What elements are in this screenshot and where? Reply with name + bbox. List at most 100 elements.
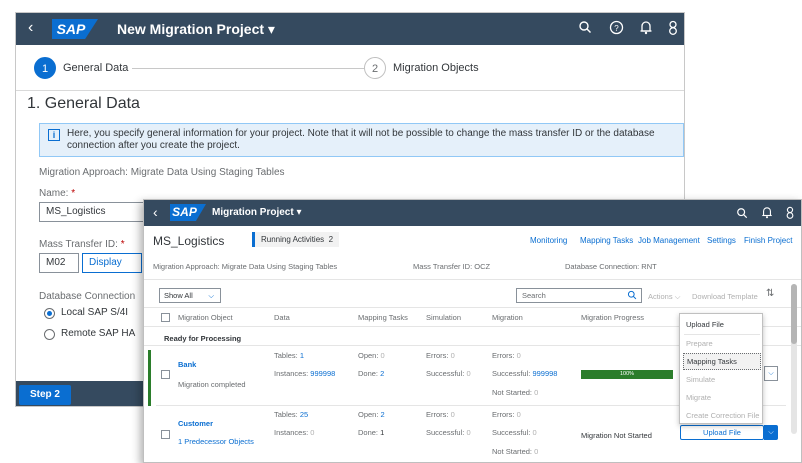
sort-icon[interactable]: ⇅ — [766, 288, 774, 299]
user-icon[interactable] — [666, 20, 680, 39]
mapping-open: Open: 2 — [358, 410, 385, 419]
column-data[interactable]: Data — [274, 313, 290, 322]
wizard-step-2-label[interactable]: Migration Objects — [393, 62, 479, 74]
running-activities-badge[interactable]: Running Activities 2 — [252, 232, 340, 247]
row-highlight — [148, 350, 151, 406]
search-input[interactable]: Search — [516, 288, 642, 303]
user-icon[interactable] — [784, 206, 796, 223]
predecessor-link[interactable]: 1 Predecessor Objects — [178, 437, 254, 446]
menu-item-migrate[interactable]: Migrate — [680, 389, 762, 406]
done-value: 1 — [380, 428, 385, 437]
done-value[interactable]: 2 — [380, 369, 384, 378]
tables-label: Tables: — [274, 351, 298, 360]
column-mapping-tasks[interactable]: Mapping Tasks — [358, 313, 408, 322]
column-migration[interactable]: Migration — [492, 313, 523, 322]
sap-logo: SAP — [170, 204, 206, 221]
scrollbar-thumb[interactable] — [791, 284, 797, 344]
wizard-step-2[interactable]: 2 — [364, 57, 386, 79]
successful-value: 0 — [466, 369, 471, 378]
mapping-open: Open: 0 — [358, 351, 385, 360]
menu-item-create-correction-file[interactable]: Create Correction File — [680, 407, 762, 424]
settings-link[interactable]: Settings — [707, 236, 736, 245]
tables-value[interactable]: 1 — [300, 351, 304, 360]
errors-label: Errors: — [426, 410, 449, 419]
bell-icon[interactable] — [639, 20, 653, 39]
help-icon[interactable]: ? — [609, 20, 624, 39]
object-link-bank[interactable]: Bank — [178, 360, 196, 369]
running-activities-count: 2 — [328, 235, 334, 244]
mig-successful-value: 0 — [532, 428, 537, 437]
wizard-progress: 1 General Data 2 Migration Objects — [16, 45, 684, 91]
mig-errors-label: Errors: — [492, 410, 515, 419]
errors-label: Errors: — [426, 351, 449, 360]
errors-value: 0 — [450, 410, 455, 419]
shell-bar: ‹ SAP Migration Project ▾ — [144, 200, 801, 226]
mass-transfer-input[interactable]: M02 — [39, 253, 79, 273]
simulation-successful: Successful: 0 — [426, 428, 471, 437]
tables-value[interactable]: 25 — [300, 410, 308, 419]
app-title[interactable]: Migration Project ▾ — [212, 207, 301, 218]
menu-item-upload-file[interactable]: Upload File — [680, 316, 762, 333]
select-all-checkbox[interactable] — [161, 313, 170, 322]
wizard-step-1[interactable]: 1 — [34, 57, 56, 79]
download-template-button[interactable]: Download Template — [692, 292, 758, 301]
required-marker: * — [71, 188, 76, 199]
search-icon[interactable] — [578, 20, 592, 38]
mig-successful-value[interactable]: 999998 — [532, 369, 557, 378]
instances-count: Instances: 0 — [274, 428, 314, 437]
column-migration-object[interactable]: Migration Object — [178, 313, 233, 322]
object-link-customer[interactable]: Customer — [178, 419, 213, 428]
progress-fill: 100% — [581, 370, 673, 379]
chevron-down-icon[interactable]: ⌵ — [764, 425, 778, 440]
upload-file-button[interactable]: Upload File — [680, 425, 764, 440]
column-simulation[interactable]: Simulation — [426, 313, 461, 322]
mig-errors-label: Errors: — [492, 351, 515, 360]
open-value[interactable]: 2 — [381, 410, 385, 419]
back-icon[interactable]: ‹ — [153, 204, 158, 220]
menu-item-prepare[interactable]: Prepare — [680, 335, 762, 352]
database-connection: Database Connection: RNT — [565, 262, 657, 271]
search-icon[interactable] — [736, 206, 748, 223]
monitoring-link[interactable]: Monitoring — [530, 236, 567, 245]
bell-icon[interactable] — [761, 206, 773, 223]
app-title[interactable]: New Migration Project ▾ — [117, 21, 275, 38]
instances-label: Instances: — [274, 369, 309, 378]
row-checkbox[interactable] — [161, 430, 170, 439]
tables-count: Tables: 25 — [274, 410, 308, 419]
name-label-text: Name: — [39, 188, 69, 199]
wizard-connector — [132, 68, 364, 69]
radio-remote-button[interactable] — [44, 329, 55, 340]
back-icon[interactable]: ‹ — [28, 19, 33, 37]
wizard-step-1-label[interactable]: General Data — [63, 62, 128, 74]
done-label: Done: — [358, 428, 379, 437]
migration-approach: Migration Approach: Migrate Data Using S… — [153, 262, 338, 271]
chevron-down-icon[interactable]: ⌵ — [764, 366, 778, 381]
info-icon: i — [48, 129, 60, 141]
radio-local-label: Local SAP S/4I — [61, 307, 129, 318]
instances-value[interactable]: 999998 — [310, 369, 335, 378]
successful-label: Successful: — [426, 428, 465, 437]
migration-successful: Successful: 999998 — [492, 369, 557, 378]
step-2-button[interactable]: Step 2 — [19, 385, 71, 405]
menu-item-mapping-tasks[interactable]: Mapping Tasks — [683, 353, 761, 370]
mapping-tasks-link[interactable]: Mapping Tasks — [580, 236, 633, 245]
job-management-link[interactable]: Job Management — [638, 236, 700, 245]
actions-menu[interactable]: Actions ⌵ — [648, 292, 680, 302]
migration-status-text: Migration Not Started — [581, 431, 652, 440]
mapping-done: Done: 2 — [358, 369, 384, 378]
simulation-errors: Errors: 0 — [426, 351, 455, 360]
successful-value: 0 — [466, 428, 471, 437]
menu-item-simulate[interactable]: Simulate — [680, 371, 762, 388]
search-icon[interactable] — [627, 290, 637, 304]
radio-local-button[interactable] — [44, 308, 55, 319]
display-button[interactable]: Display — [82, 253, 142, 273]
not-started-value: 0 — [534, 388, 539, 397]
chevron-down-icon: ⌵ — [208, 291, 214, 300]
column-migration-progress[interactable]: Migration Progress — [581, 313, 644, 322]
migration-approach: Migration Approach: Migrate Data Using S… — [39, 167, 285, 178]
filter-select[interactable]: Show All ⌵ — [159, 288, 221, 303]
filter-select-value: Show All — [164, 291, 193, 300]
finish-project-link[interactable]: Finish Project — [744, 236, 792, 245]
row-checkbox[interactable] — [161, 370, 170, 379]
info-strip: i Here, you specify general information … — [39, 123, 684, 157]
